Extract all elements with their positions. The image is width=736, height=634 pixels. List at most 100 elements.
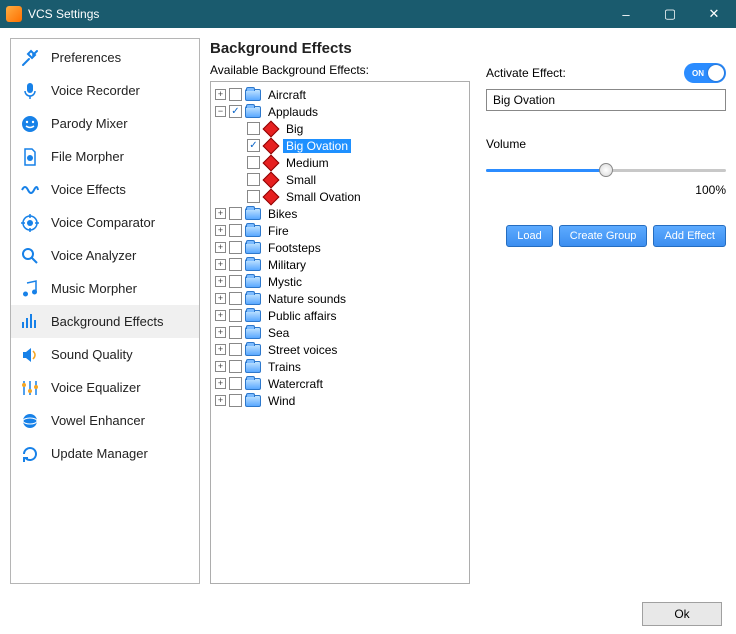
magnifier-icon: [19, 245, 41, 267]
tree-folder[interactable]: +Bikes: [213, 205, 467, 222]
tree-folder[interactable]: +Footsteps: [213, 239, 467, 256]
checkbox[interactable]: ✓: [229, 105, 242, 118]
expand-icon[interactable]: +: [215, 395, 226, 406]
checkbox[interactable]: [229, 275, 242, 288]
sidebar-item-label: Vowel Enhancer: [51, 413, 145, 428]
sidebar-item-sound-quality[interactable]: Sound Quality: [11, 338, 199, 371]
expand-icon[interactable]: +: [215, 242, 226, 253]
effects-tree[interactable]: +Aircraft−✓ApplaudsBig✓Big OvationMedium…: [210, 81, 470, 584]
volume-slider[interactable]: [486, 161, 726, 179]
sidebar-item-voice-effects[interactable]: Voice Effects: [11, 173, 199, 206]
sidebar-item-background-effects[interactable]: Background Effects: [11, 305, 199, 338]
tree-folder[interactable]: +Street voices: [213, 341, 467, 358]
expand-icon[interactable]: +: [215, 378, 226, 389]
expand-icon[interactable]: +: [215, 208, 226, 219]
expand-icon[interactable]: +: [215, 361, 226, 372]
tree-effect[interactable]: Small Ovation: [213, 188, 467, 205]
checkbox[interactable]: [229, 343, 242, 356]
minimize-button[interactable]: –: [604, 0, 648, 28]
sidebar-item-label: Voice Analyzer: [51, 248, 136, 263]
sidebar-item-label: Music Morpher: [51, 281, 137, 296]
folder-icon: [245, 378, 261, 390]
sidebar-item-voice-recorder[interactable]: Voice Recorder: [11, 74, 199, 107]
ok-button[interactable]: Ok: [642, 602, 722, 626]
folder-icon: [245, 276, 261, 288]
tree-effect[interactable]: Small: [213, 171, 467, 188]
tree-folder[interactable]: +Trains: [213, 358, 467, 375]
checkbox[interactable]: [229, 360, 242, 373]
active-effect-field[interactable]: Big Ovation: [486, 89, 726, 111]
tree-folder[interactable]: −✓ Applauds: [213, 103, 467, 120]
tree-folder-label: Nature sounds: [265, 292, 349, 306]
checkbox[interactable]: [229, 258, 242, 271]
expand-icon[interactable]: +: [215, 310, 226, 321]
sidebar-item-parody-mixer[interactable]: Parody Mixer: [11, 107, 199, 140]
expand-icon[interactable]: +: [215, 89, 226, 100]
tree-folder-label: Wind: [265, 394, 298, 408]
tree-folder-label: Applauds: [265, 105, 321, 119]
expand-icon[interactable]: +: [215, 259, 226, 270]
tree-folder[interactable]: +Sea: [213, 324, 467, 341]
checkbox[interactable]: [229, 394, 242, 407]
tree-folder[interactable]: +Mystic: [213, 273, 467, 290]
sidebar-item-preferences[interactable]: Preferences: [11, 41, 199, 74]
sidebar-item-label: Background Effects: [51, 314, 164, 329]
tree-folder[interactable]: + Wind: [213, 392, 467, 409]
checkbox[interactable]: [247, 190, 260, 203]
sidebar-item-file-morpher[interactable]: File Morpher: [11, 140, 199, 173]
tree-folder[interactable]: + Aircraft: [213, 86, 467, 103]
checkbox[interactable]: [229, 88, 242, 101]
sidebar-item-voice-analyzer[interactable]: Voice Analyzer: [11, 239, 199, 272]
expand-icon[interactable]: +: [215, 293, 226, 304]
checkbox[interactable]: ✓: [247, 139, 260, 152]
checkbox[interactable]: [229, 241, 242, 254]
sidebar-item-music-morpher[interactable]: Music Morpher: [11, 272, 199, 305]
tree-effect[interactable]: ✓Big Ovation: [213, 137, 467, 154]
tree-folder[interactable]: +Fire: [213, 222, 467, 239]
expand-icon[interactable]: +: [215, 225, 226, 236]
checkbox[interactable]: [229, 309, 242, 322]
folder-icon: [245, 395, 261, 407]
checkbox[interactable]: [229, 207, 242, 220]
load-button[interactable]: Load: [506, 225, 552, 247]
slider-thumb[interactable]: [599, 163, 613, 177]
tree-folder-label: Military: [265, 258, 309, 272]
effect-icon: [263, 154, 280, 171]
tree-folder-label: Aircraft: [265, 88, 309, 102]
sidebar-item-voice-equalizer[interactable]: Voice Equalizer: [11, 371, 199, 404]
folder-icon: [245, 327, 261, 339]
collapse-icon[interactable]: −: [215, 106, 226, 117]
activate-toggle[interactable]: ON: [684, 63, 726, 83]
expand-icon[interactable]: +: [215, 344, 226, 355]
sidebar-item-voice-comparator[interactable]: Voice Comparator: [11, 206, 199, 239]
expand-icon[interactable]: +: [215, 327, 226, 338]
sidebar-item-label: Update Manager: [51, 446, 148, 461]
expand-icon[interactable]: +: [215, 276, 226, 287]
tree-effect[interactable]: Medium: [213, 154, 467, 171]
orb-icon: [19, 410, 41, 432]
tree-folder[interactable]: +Watercraft: [213, 375, 467, 392]
sidebar-item-vowel-enhancer[interactable]: Vowel Enhancer: [11, 404, 199, 437]
sliders-icon: [19, 377, 41, 399]
tree-effect[interactable]: Big: [213, 120, 467, 137]
checkbox[interactable]: [229, 224, 242, 237]
checkbox[interactable]: [247, 156, 260, 169]
add-effect-button[interactable]: Add Effect: [653, 225, 726, 247]
sidebar-item-update-manager[interactable]: Update Manager: [11, 437, 199, 470]
speaker-icon: [19, 344, 41, 366]
create-group-button[interactable]: Create Group: [559, 225, 648, 247]
effect-icon: [263, 171, 280, 188]
tree-folder[interactable]: + Military: [213, 256, 467, 273]
checkbox[interactable]: [247, 173, 260, 186]
checkbox[interactable]: [247, 122, 260, 135]
checkbox[interactable]: [229, 326, 242, 339]
checkbox[interactable]: [229, 292, 242, 305]
folder-icon: [245, 361, 261, 373]
tree-effect-label: Small: [283, 173, 319, 187]
close-button[interactable]: ✕: [692, 0, 736, 28]
tree-folder[interactable]: + Nature sounds: [213, 290, 467, 307]
maximize-button[interactable]: ▢: [648, 0, 692, 28]
checkbox[interactable]: [229, 377, 242, 390]
footer: Ok: [0, 594, 736, 634]
tree-folder[interactable]: +Public affairs: [213, 307, 467, 324]
